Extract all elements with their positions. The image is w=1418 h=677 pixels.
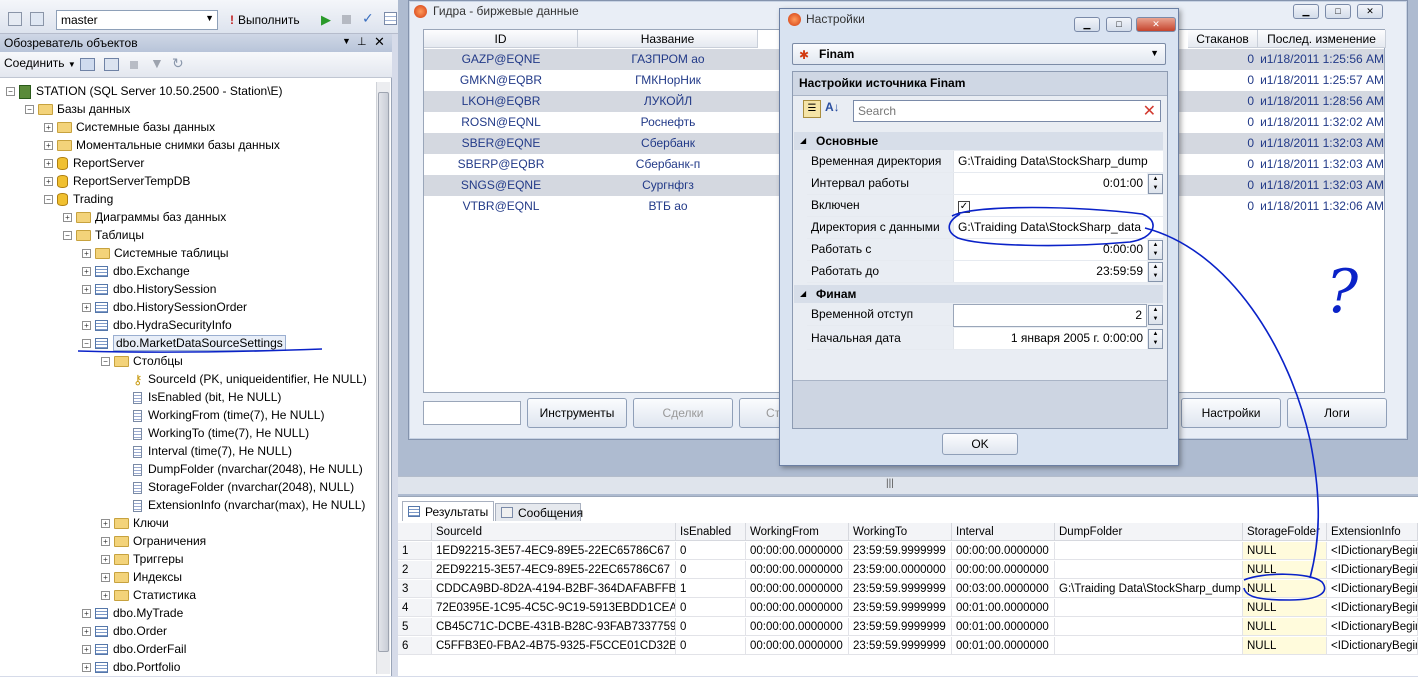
annotation-underline xyxy=(77,348,323,353)
annotation-arrow-line xyxy=(1144,227,1320,579)
annotation-circle-null xyxy=(1243,573,1326,601)
annotation-circle-data-dir xyxy=(948,206,1154,247)
annotation-layer: ? xyxy=(77,206,1359,601)
annotation-question: ? xyxy=(1326,257,1359,327)
